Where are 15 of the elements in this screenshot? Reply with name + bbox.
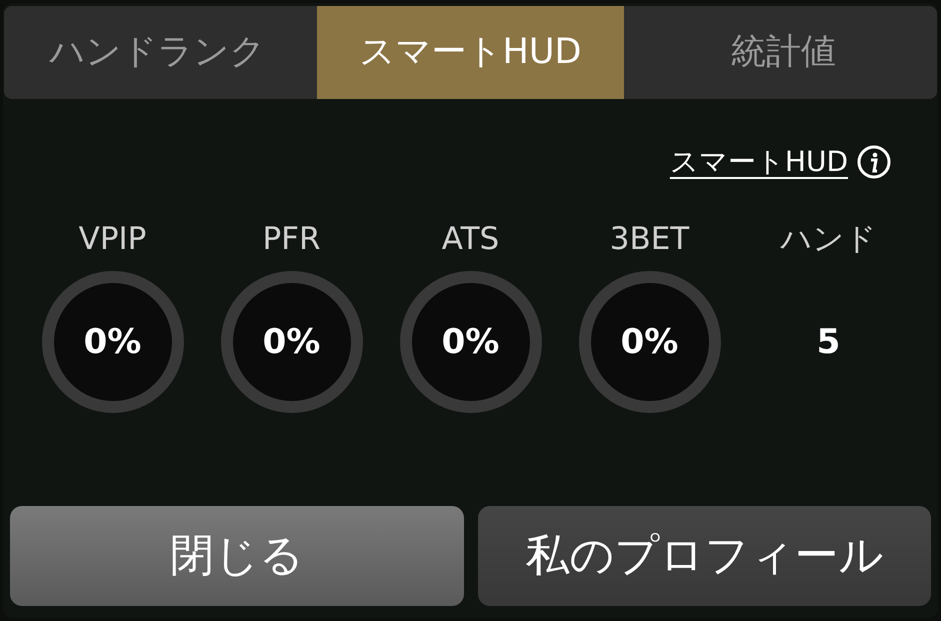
stat-value: 5 bbox=[816, 320, 840, 364]
tab[interactable]: スマートHUD bbox=[317, 6, 624, 99]
profile-button[interactable]: 私のプロフィール bbox=[478, 506, 931, 606]
stat-value: 0% bbox=[262, 320, 320, 364]
help-link[interactable]: スマートHUD bbox=[670, 141, 848, 183]
stat-label: 3BET bbox=[610, 220, 690, 259]
stat-value: 0% bbox=[84, 320, 142, 364]
stat-label: ハンド bbox=[780, 220, 876, 259]
stat-label: VPIP bbox=[78, 220, 146, 259]
close-button[interactable]: 閉じる bbox=[10, 506, 464, 606]
stat-value: 0% bbox=[442, 320, 500, 364]
stat-value: 0% bbox=[620, 320, 678, 364]
stat-label: ATS bbox=[442, 220, 500, 259]
stat-label: PFR bbox=[262, 220, 321, 259]
info-icon[interactable] bbox=[856, 144, 892, 180]
